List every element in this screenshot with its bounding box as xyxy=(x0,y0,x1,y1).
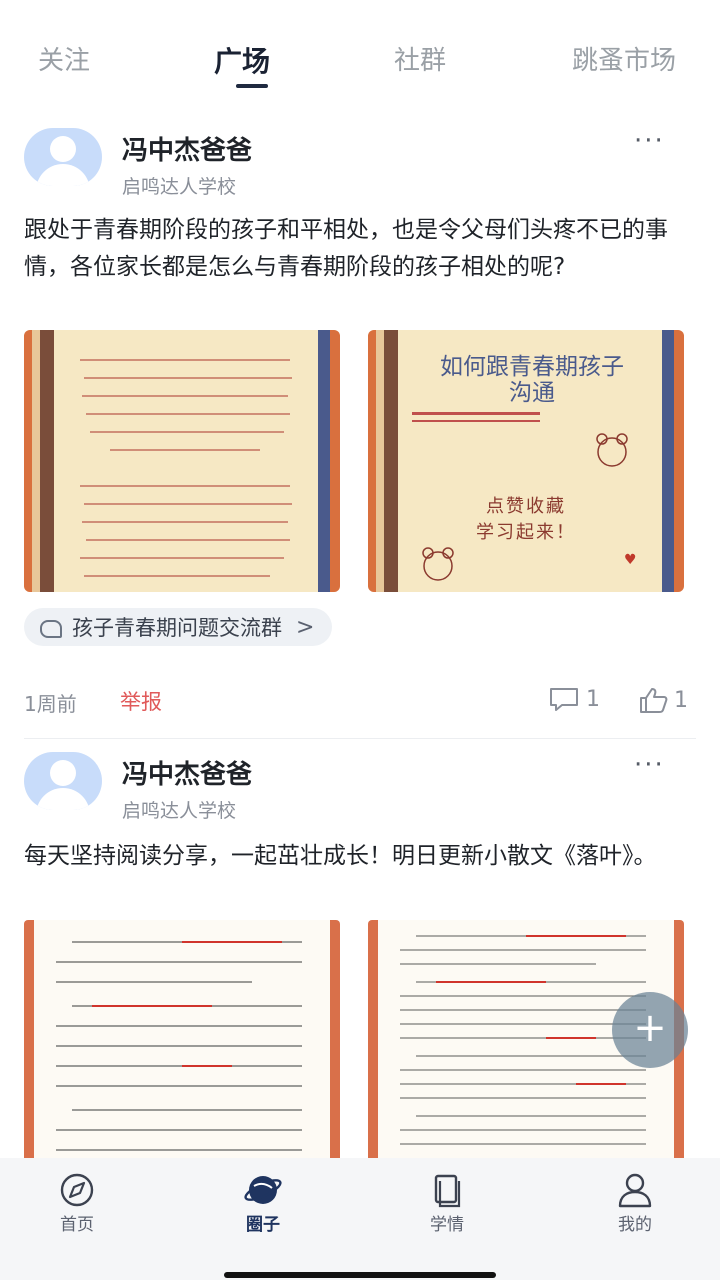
tab-flea-market[interactable]: 跳蚤市场 xyxy=(572,40,676,77)
book-icon xyxy=(427,1172,467,1208)
chat-group-icon xyxy=(38,618,62,638)
more-options-button[interactable]: ··· xyxy=(634,126,665,156)
bear-doodle-icon xyxy=(422,547,454,581)
nav-item-home[interactable]: 首页 xyxy=(32,1172,122,1235)
planet-icon xyxy=(243,1172,283,1208)
handwritten-notes-graphic xyxy=(80,359,292,577)
avatar[interactable] xyxy=(24,128,102,186)
more-options-button[interactable]: ··· xyxy=(634,750,665,780)
add-post-button[interactable]: + xyxy=(612,992,688,1068)
person-icon xyxy=(615,1172,655,1208)
like-count: 1 xyxy=(674,687,688,713)
compass-icon xyxy=(57,1172,97,1208)
like-button[interactable]: 1 xyxy=(638,686,688,714)
chevron-right-icon: > xyxy=(296,614,315,640)
post-divider xyxy=(24,738,696,739)
active-tab-indicator xyxy=(236,84,268,88)
thumbs-up-icon xyxy=(640,688,668,713)
essay-text-graphic xyxy=(56,941,302,1151)
nav-label-home: 首页 xyxy=(60,1215,94,1235)
top-tab-bar: 关注 广场 社群 跳蚤市场 xyxy=(0,30,720,100)
avatar[interactable] xyxy=(24,752,102,810)
post-image-1[interactable] xyxy=(24,330,340,592)
post-time: 1周前 xyxy=(24,692,77,716)
post-text[interactable]: 每天坚持阅读分享，一起茁壮成长！明日更新小散文《落叶》。 xyxy=(24,838,694,875)
home-indicator[interactable] xyxy=(224,1272,496,1278)
tab-community[interactable]: 社群 xyxy=(394,40,446,77)
image-subtitle-2: 学习起来！ xyxy=(476,522,576,543)
report-button[interactable]: 举报 xyxy=(120,686,162,716)
heart-icon: ♥ xyxy=(624,552,637,568)
post-author[interactable]: 冯中杰爸爸 xyxy=(122,130,252,167)
group-name: 孩子青春期问题交流群 xyxy=(72,616,282,640)
group-link-chip[interactable]: 孩子青春期问题交流群 > xyxy=(24,608,333,646)
comment-icon xyxy=(550,688,578,711)
bottom-nav-bar: 首页 圈子 学情 我的 xyxy=(0,1158,720,1280)
tab-follow[interactable]: 关注 xyxy=(38,40,90,77)
nav-label-mine: 我的 xyxy=(618,1215,652,1235)
comment-button[interactable]: 1 xyxy=(548,686,600,712)
image-subtitle-1: 点赞收藏 xyxy=(486,496,566,517)
comment-count: 1 xyxy=(586,686,600,712)
bear-doodle-icon xyxy=(596,433,628,467)
nav-label-circle: 圈子 xyxy=(246,1215,280,1235)
image-title: 如何跟青春期孩子沟通 xyxy=(440,354,624,406)
post-author[interactable]: 冯中杰爸爸 xyxy=(122,754,252,791)
nav-label-study: 学情 xyxy=(430,1215,464,1235)
nav-item-circle[interactable]: 圈子 xyxy=(218,1172,308,1235)
post-school: 启鸣达人学校 xyxy=(122,800,237,822)
post-text[interactable]: 跟处于青春期阶段的孩子和平相处，也是令父母们头疼不已的事情，各位家长都是怎么与青… xyxy=(24,212,694,286)
tab-square[interactable]: 广场 xyxy=(214,40,270,80)
post-image-2[interactable]: 如何跟青春期孩子沟通 点赞收藏 学习起来！ ♥ xyxy=(368,330,684,592)
post-image-1[interactable] xyxy=(24,920,340,1158)
post-school: 启鸣达人学校 xyxy=(122,176,237,198)
nav-item-study[interactable]: 学情 xyxy=(402,1172,492,1235)
nav-item-mine[interactable]: 我的 xyxy=(590,1172,680,1235)
